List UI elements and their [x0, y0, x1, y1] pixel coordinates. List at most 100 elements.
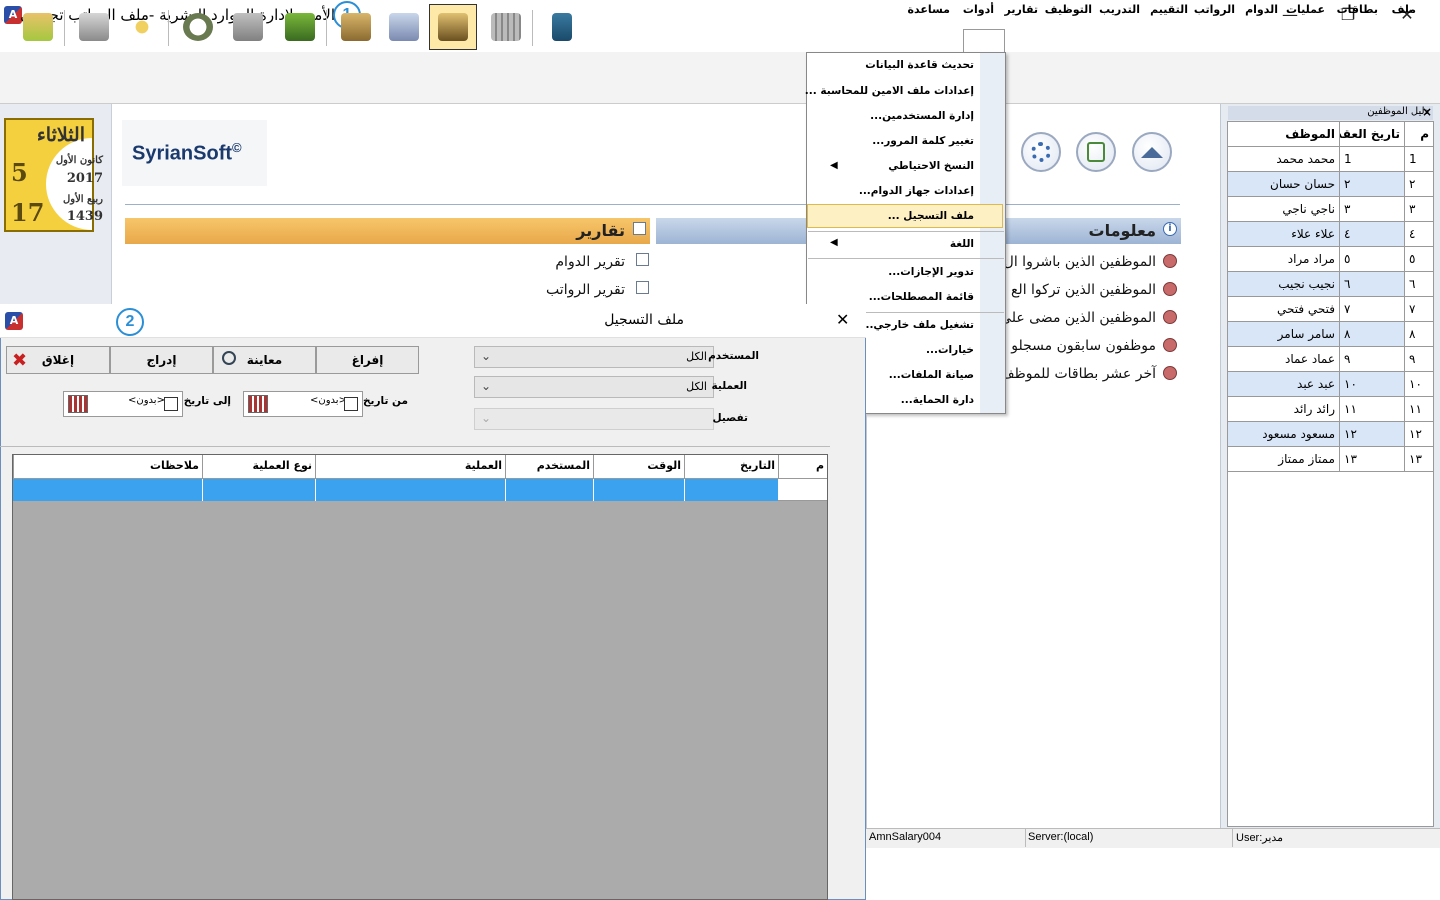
refresh-button[interactable]	[1076, 132, 1116, 172]
col-time[interactable]: الوقت	[593, 455, 684, 479]
col-notes[interactable]: ملاحظات	[13, 455, 202, 479]
employee-cell-num[interactable]: 1	[1405, 147, 1434, 172]
employee-cell-num[interactable]: ٩	[1405, 347, 1434, 372]
table-row[interactable]	[13, 479, 778, 501]
to-date-picker[interactable]: <بدون>	[63, 391, 183, 417]
menu-training[interactable]: التدريب	[1099, 3, 1140, 16]
col-operation-type[interactable]: نوع العملية	[202, 455, 315, 479]
employee-cell-num[interactable]: ٣	[1405, 197, 1434, 222]
to-date-checkbox[interactable]	[164, 397, 178, 411]
tool-attendance[interactable]	[176, 6, 220, 48]
info-link-former[interactable]: موظفون سابقون مسجلو	[1011, 338, 1156, 354]
employee-cell-date[interactable]: ٧	[1340, 297, 1405, 322]
tool-salaries[interactable]	[278, 6, 322, 48]
col-user[interactable]: المستخدم	[505, 455, 593, 479]
employee-cell-name[interactable]: عماد عماد	[1228, 347, 1340, 372]
employee-cell-name[interactable]: ممتاز ممتاز	[1228, 447, 1340, 472]
menu-reports[interactable]: تقارير	[1005, 3, 1038, 16]
employees-col-num[interactable]: م	[1405, 122, 1434, 147]
employee-cell-date[interactable]: ٢	[1340, 172, 1405, 197]
tools-protection[interactable]: دارة الحماية...	[901, 394, 974, 406]
menu-cards[interactable]: بطاقات	[1337, 3, 1378, 16]
report-salaries-link[interactable]: تقرير الرواتب	[546, 282, 625, 298]
tool-calculator[interactable]	[484, 6, 528, 48]
tool-employee-card[interactable]	[72, 6, 116, 48]
employee-cell-date[interactable]: ١٣	[1340, 447, 1405, 472]
report-attendance-link[interactable]: تقرير الدوام	[555, 254, 625, 270]
employee-cell-date[interactable]: ٥	[1340, 247, 1405, 272]
info-link-left[interactable]: الموظفين الذين تركوا الع	[1011, 282, 1156, 298]
employee-cell-name[interactable]: محمد محمد	[1228, 147, 1340, 172]
tool-employees-directory[interactable]	[429, 4, 477, 50]
info-link-tenure[interactable]: الموظفين الذين مضى على	[1000, 310, 1156, 326]
tools-options[interactable]: خيارات...	[926, 344, 974, 356]
operation-combo[interactable]: الكل ⌄	[474, 376, 714, 398]
tools-update-db[interactable]: تحديث قاعدة البيانات	[865, 59, 974, 71]
tools-change-password[interactable]: تغيير كلمة المرور...	[872, 135, 974, 147]
tools-run-external[interactable]: تشغيل ملف خارجي...	[861, 319, 974, 331]
from-date-checkbox[interactable]	[344, 397, 358, 411]
employee-cell-name[interactable]: رائد رائد	[1228, 397, 1340, 422]
employee-cell-num[interactable]: ١٣	[1405, 447, 1434, 472]
employee-cell-num[interactable]: ١٠	[1405, 372, 1434, 397]
employee-cell-date[interactable]: ٦	[1340, 272, 1405, 297]
employee-cell-name[interactable]: نجيب نجيب	[1228, 272, 1340, 297]
menu-help[interactable]: مساعدة	[908, 3, 951, 16]
employee-cell-name[interactable]: سامر سامر	[1228, 322, 1340, 347]
tools-file-maintenance[interactable]: صيانة الملفات...	[889, 369, 974, 381]
col-date[interactable]: التاريخ	[684, 455, 778, 479]
tools-attendance-device[interactable]: إعدادات جهاز الدوام...	[859, 185, 974, 197]
employee-cell-name[interactable]: فتحي فتحي	[1228, 297, 1340, 322]
tools-user-management[interactable]: إدارة المستخدمين...	[870, 110, 974, 122]
dialog-close-button[interactable]: ✕	[836, 310, 849, 329]
employee-cell-date[interactable]: ١٠	[1340, 372, 1405, 397]
menu-file[interactable]: ملف	[1392, 3, 1416, 16]
employees-col-name[interactable]: الموظف	[1228, 122, 1340, 147]
tool-files[interactable]	[334, 6, 378, 48]
employee-cell-date[interactable]: ٤	[1340, 222, 1405, 247]
col-number[interactable]: م	[778, 455, 827, 479]
employee-cell-name[interactable]: علاء علاء	[1228, 222, 1340, 247]
from-date-picker[interactable]: <بدون>	[243, 391, 363, 417]
employee-cell-num[interactable]: ١١	[1405, 397, 1434, 422]
user-combo[interactable]: الكل ⌄	[474, 346, 714, 368]
tool-schedule[interactable]	[226, 6, 270, 48]
menu-salaries[interactable]: الرواتب	[1194, 3, 1235, 16]
employee-cell-date[interactable]: ١١	[1340, 397, 1405, 422]
employee-cell-date[interactable]: 1	[1340, 147, 1405, 172]
tools-log-file[interactable]: ملف التسجيل ...	[888, 210, 974, 222]
employee-cell-date[interactable]: ٩	[1340, 347, 1405, 372]
employee-cell-num[interactable]: ٧	[1405, 297, 1434, 322]
employee-cell-name[interactable]: ناجي ناجي	[1228, 197, 1340, 222]
employees-panel-close[interactable]: ×	[1422, 105, 1432, 119]
settings-button[interactable]	[1021, 132, 1061, 172]
employee-cell-date[interactable]: ٨	[1340, 322, 1405, 347]
menu-hiring[interactable]: التوظيف	[1045, 3, 1092, 16]
menu-operations[interactable]: عمليات	[1286, 3, 1325, 16]
tools-accounting-settings[interactable]: إعدادات ملف الامين للمحاسبة ...	[805, 85, 974, 97]
tool-logout[interactable]	[540, 6, 584, 48]
employee-cell-name[interactable]: مراد مراد	[1228, 247, 1340, 272]
menu-tools[interactable]: أدوات	[963, 3, 994, 16]
employee-cell-date[interactable]: ١٢	[1340, 422, 1405, 447]
insert-button[interactable]: إدراج	[110, 346, 213, 374]
empty-button[interactable]: إفراغ	[316, 346, 419, 374]
employee-cell-name[interactable]: عبد عبد	[1228, 372, 1340, 397]
employee-cell-num[interactable]: ٨	[1405, 322, 1434, 347]
employee-cell-num[interactable]: ٢	[1405, 172, 1434, 197]
tools-rotate-leaves[interactable]: تدوير الإجازات...	[888, 266, 974, 278]
tools-glossary[interactable]: قائمة المصطلحات...	[869, 291, 974, 303]
col-operation[interactable]: العملية	[315, 455, 505, 479]
employee-cell-name[interactable]: مسعود مسعود	[1228, 422, 1340, 447]
tool-exit[interactable]	[16, 6, 60, 48]
employee-cell-num[interactable]: ١٢	[1405, 422, 1434, 447]
tool-add-employee[interactable]	[120, 6, 164, 48]
menu-evaluation[interactable]: التقييم	[1150, 3, 1188, 16]
menu-attendance[interactable]: الدوام	[1245, 3, 1278, 16]
info-link-last-cards[interactable]: آخر عشر بطاقات للموظف	[1000, 366, 1156, 382]
employee-cell-name[interactable]: حسان حسان	[1228, 172, 1340, 197]
detail-combo[interactable]: ⌄	[474, 408, 714, 430]
tool-documents[interactable]	[382, 6, 426, 48]
employee-cell-num[interactable]: ٥	[1405, 247, 1434, 272]
employee-cell-date[interactable]: ٣	[1340, 197, 1405, 222]
